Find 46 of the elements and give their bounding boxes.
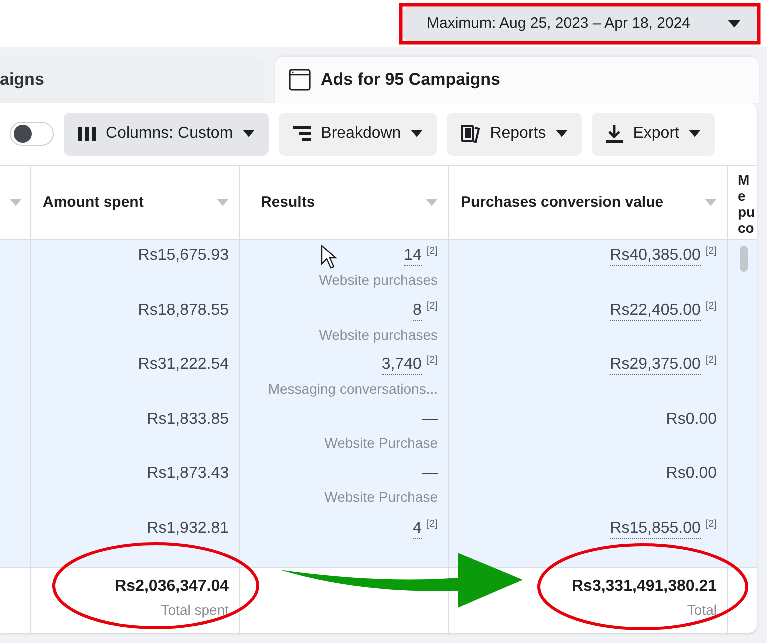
row-cell xyxy=(0,567,31,633)
date-range-dropdown[interactable]: Maximum: Aug 25, 2023 – Apr 18, 2024 xyxy=(403,6,759,40)
table-cell: 4 [2] xyxy=(240,512,449,567)
reports-button[interactable]: Reports xyxy=(447,112,582,156)
table-cell: Rs1,932.81 xyxy=(31,512,240,567)
level-tab[interactable]: aigns xyxy=(0,57,265,103)
table-cell: Rs2,036,347.04 Total spent xyxy=(31,567,240,633)
caret-icon xyxy=(689,130,702,138)
table-cell: 8 [2] Website purchases xyxy=(240,294,449,349)
export-button[interactable]: Export xyxy=(592,112,716,156)
caret-icon xyxy=(411,130,424,138)
table-cell: Rs40,385.00 [2] xyxy=(449,240,728,294)
caret-icon xyxy=(426,198,438,206)
row-cell xyxy=(728,567,757,633)
caret-icon xyxy=(217,198,229,206)
download-icon xyxy=(606,125,624,143)
table-cell: Rs15,675.93 xyxy=(31,240,240,294)
table-cell: 14 [2] Website purchases xyxy=(240,240,449,294)
table-cell: Rs1,873.43 xyxy=(31,458,240,512)
table-cell: Rs22,405.00 [2] xyxy=(449,294,728,349)
table-cell: — Website Purchase xyxy=(240,458,449,512)
level-tab[interactable]: Ads for 95 Campaigns xyxy=(275,57,759,103)
table-cell: Rs31,222.54 xyxy=(31,349,240,404)
caret-icon xyxy=(10,198,22,206)
caret-icon xyxy=(728,20,741,28)
pages-icon xyxy=(461,125,480,143)
columns-button[interactable]: Columns: Custom xyxy=(64,112,270,156)
caret-icon xyxy=(705,198,717,206)
caret-icon xyxy=(243,130,256,138)
toggle-switch[interactable] xyxy=(10,122,54,146)
table-cell: 3,740 [2] Messaging conversations... xyxy=(240,349,449,404)
breakdown-button[interactable]: Breakdown xyxy=(279,112,438,156)
table-cell: Rs0.00 xyxy=(449,404,728,458)
caret-icon xyxy=(556,130,568,138)
table-cell: Rs1,833.85 xyxy=(31,404,240,458)
table-cell: — Website Purchase xyxy=(240,404,449,458)
stacked-bars-icon xyxy=(293,126,312,142)
mouse-cursor-icon xyxy=(321,244,338,269)
row-cell xyxy=(0,240,31,294)
scrollbar-thumb[interactable] xyxy=(740,246,748,272)
table-cell: Rs29,375.00 [2] xyxy=(449,349,728,404)
table-cell: Rs15,855.00 [2] xyxy=(449,512,728,567)
table-cell: Rs18,878.55 xyxy=(31,294,240,349)
columns-icon xyxy=(78,126,96,142)
row-cell xyxy=(0,512,31,567)
table-cell: Rs0.00 xyxy=(449,458,728,512)
